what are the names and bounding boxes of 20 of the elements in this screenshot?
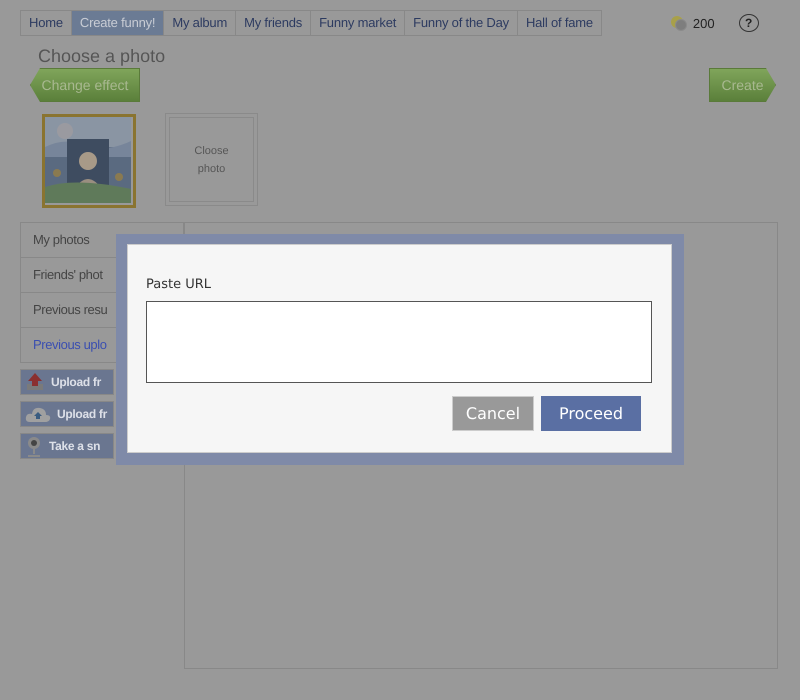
nav-tab[interactable]: Funny of the Day <box>405 11 518 35</box>
proceed-button[interactable]: Proceed <box>541 396 641 431</box>
nav-tab[interactable]: Hall of fame <box>518 11 601 35</box>
coin-count: 200 <box>692 16 715 30</box>
page-heading: Choose a photo <box>38 46 166 68</box>
upload-button[interactable]: Upload fr <box>20 401 114 427</box>
help-button[interactable]: ? <box>738 14 759 32</box>
upload-arrow-icon <box>25 372 45 392</box>
change-effect-button[interactable]: Change effect <box>30 68 140 102</box>
url-input-field[interactable] <box>146 301 652 383</box>
nav-tab[interactable]: Create funny! <box>72 11 164 35</box>
webcam-icon <box>25 435 43 457</box>
upload-button[interactable]: Take a sn <box>20 433 114 459</box>
nav-tab[interactable]: My album <box>164 11 236 35</box>
nav-tab[interactable]: Funny market <box>311 11 406 35</box>
nav-tab[interactable]: My friends <box>236 11 312 35</box>
cancel-button[interactable]: Cancel <box>452 396 534 431</box>
upload-button[interactable]: Upload fr <box>20 369 114 395</box>
cloud-upload-icon <box>25 405 51 423</box>
coins-icon <box>670 15 688 31</box>
